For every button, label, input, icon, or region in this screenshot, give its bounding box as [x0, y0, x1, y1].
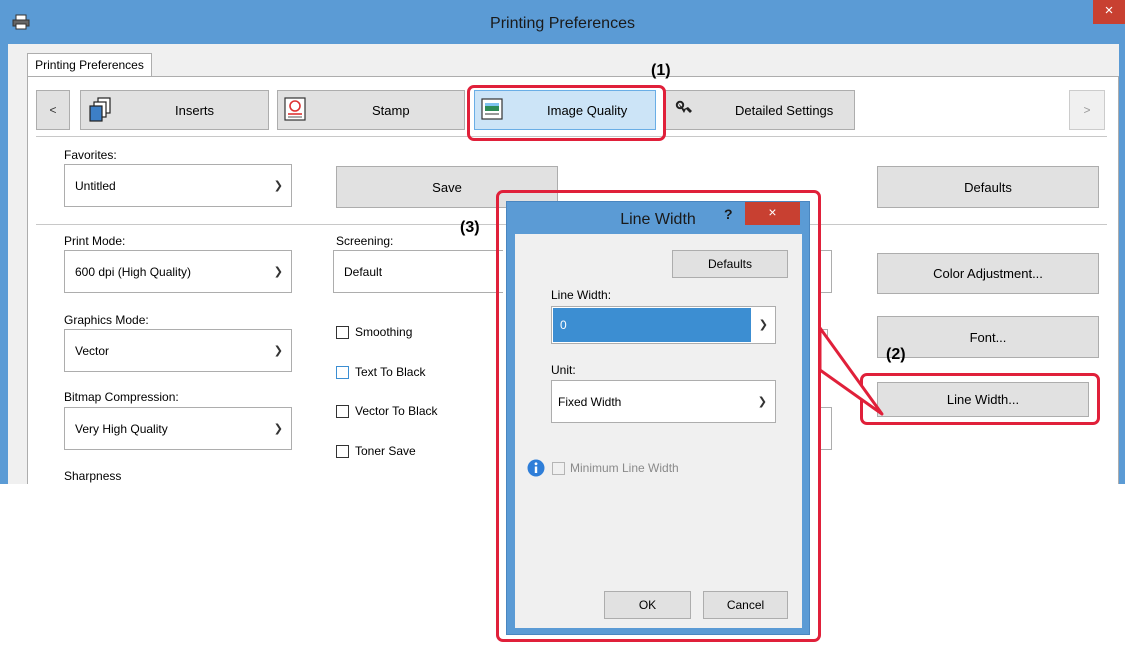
bitmap-compression-value: Very High Quality: [75, 421, 168, 436]
chevron-down-icon: ❯: [273, 345, 283, 357]
smoothing-checkbox[interactable]: [336, 326, 349, 339]
toner-save-checkbox[interactable]: [336, 445, 349, 458]
graphics-mode-value: Vector: [75, 343, 110, 358]
chevron-down-icon: ❯: [758, 319, 768, 331]
smoothing-label: Smoothing: [355, 325, 413, 339]
unit-select[interactable]: Fixed Width ❯: [551, 380, 776, 423]
chevron-down-icon: ❯: [273, 423, 283, 435]
screening-label: Screening:: [336, 234, 394, 248]
bitmap-compression-select[interactable]: Very High Quality ❯: [64, 407, 292, 450]
favorites-label: Favorites:: [64, 148, 117, 162]
dialog-help-button[interactable]: ?: [724, 203, 738, 227]
chevron-down-icon: ❯: [757, 396, 767, 408]
stamp-icon: [284, 97, 306, 124]
stamp-button[interactable]: Stamp: [277, 90, 465, 130]
vector-to-black-checkbox[interactable]: [336, 405, 349, 418]
graphics-mode-label: Graphics Mode:: [64, 313, 149, 327]
cancel-button[interactable]: Cancel: [703, 591, 788, 619]
minimum-line-width-checkbox[interactable]: [552, 462, 565, 475]
line-width-value: 0: [553, 308, 751, 342]
color-adjustment-button[interactable]: Color Adjustment...: [877, 253, 1099, 294]
toner-save-label: Toner Save: [355, 444, 416, 458]
inserts-icon: [89, 97, 113, 126]
minimum-line-width-label: Minimum Line Width: [570, 461, 679, 475]
unit-field-label: Unit:: [551, 363, 576, 377]
favorites-select[interactable]: Untitled ❯: [64, 164, 292, 207]
sharpness-label: Sharpness: [64, 469, 122, 483]
text-to-black-checkbox[interactable]: [336, 366, 349, 379]
print-mode-label: Print Mode:: [64, 234, 126, 248]
callout-label-2: (2): [886, 346, 906, 363]
vector-to-black-label: Vector To Black: [355, 404, 438, 418]
stamp-label: Stamp: [372, 102, 410, 118]
tab-printing-preferences[interactable]: Printing Preferences: [27, 53, 152, 77]
screening-select[interactable]: Default: [333, 250, 503, 293]
wrench-icon: [675, 100, 697, 123]
detailed-settings-label: Detailed Settings: [735, 102, 834, 118]
callout-box-1: [467, 85, 666, 141]
inserts-label: Inserts: [175, 102, 215, 118]
dialog-close-button[interactable]: ×: [745, 202, 800, 225]
screening-value: Default: [344, 264, 383, 279]
line-width-select[interactable]: 0 ❯: [551, 306, 776, 344]
print-mode-select[interactable]: 600 dpi (High Quality) ❯: [64, 250, 292, 293]
unit-value: Fixed Width: [558, 394, 622, 409]
favorites-value: Untitled: [75, 178, 116, 193]
toolbar-next-button[interactable]: >: [1069, 90, 1105, 130]
line-width-field-label: Line Width:: [551, 288, 612, 302]
callout-connector: [818, 326, 884, 416]
defaults-button[interactable]: Defaults: [877, 166, 1099, 208]
graphics-mode-select[interactable]: Vector ❯: [64, 329, 292, 372]
inserts-button[interactable]: Inserts: [80, 90, 269, 130]
ok-button[interactable]: OK: [604, 591, 691, 619]
toolbar-prev-button[interactable]: <: [36, 90, 70, 130]
font-button[interactable]: Font...: [877, 316, 1099, 358]
callout-label-1: (1): [651, 62, 671, 79]
detailed-settings-button[interactable]: Detailed Settings: [664, 90, 855, 130]
chevron-down-icon: ❯: [273, 266, 283, 278]
chevron-down-icon: ❯: [273, 180, 283, 192]
info-icon: [527, 459, 545, 480]
window-title: Printing Preferences: [490, 15, 635, 32]
callout-label-3: (3): [460, 219, 480, 236]
print-mode-value: 600 dpi (High Quality): [75, 264, 192, 279]
callout-box-2: [860, 373, 1100, 425]
bitmap-compression-label: Bitmap Compression:: [64, 390, 179, 404]
text-to-black-label: Text To Black: [355, 365, 426, 379]
dialog-defaults-button[interactable]: Defaults: [672, 250, 788, 278]
window-close-button[interactable]: ×: [1093, 0, 1125, 24]
